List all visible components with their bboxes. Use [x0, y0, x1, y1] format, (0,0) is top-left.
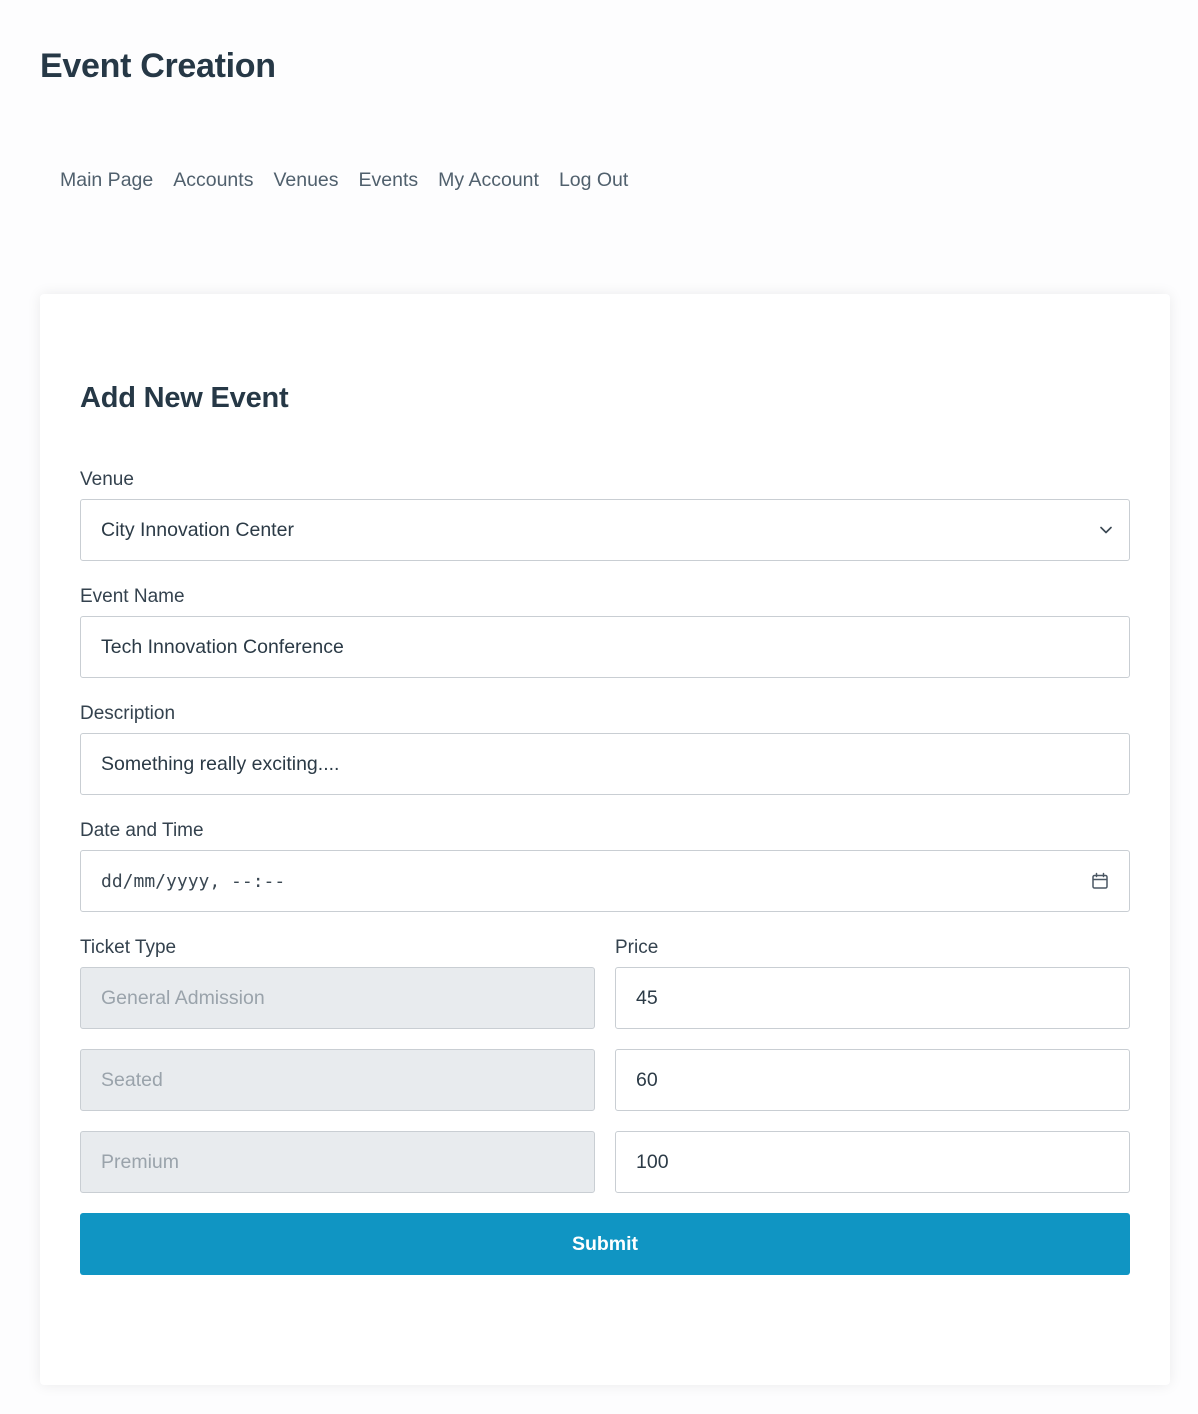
calendar-icon[interactable] [1091, 872, 1109, 890]
nav-link-accounts[interactable]: Accounts [173, 166, 253, 194]
event-name-input[interactable]: Tech Innovation Conference [80, 616, 1130, 678]
venue-select[interactable]: City Innovation Center [80, 499, 1130, 561]
ticket-type-general-admission: General Admission [80, 967, 595, 1029]
form-title: Add New Event [80, 382, 289, 414]
datetime-placeholder: dd/mm/yyyy, --:-- [101, 870, 286, 892]
nav-link-main-page[interactable]: Main Page [60, 166, 153, 194]
price-input-value: 60 [636, 1068, 658, 1091]
ticket-type-seated: Seated [80, 1049, 595, 1111]
nav-link-venues[interactable]: Venues [273, 166, 338, 194]
price-label: Price [615, 937, 659, 958]
price-input-value: 45 [636, 986, 658, 1009]
price-input-value: 100 [636, 1150, 669, 1173]
ticket-type-value: Premium [101, 1150, 180, 1173]
datetime-input[interactable]: dd/mm/yyyy, --:-- [80, 850, 1130, 912]
ticket-type-premium: Premium [80, 1131, 595, 1193]
event-form-card: Add New Event Venue City Innovation Cent… [40, 294, 1170, 1385]
price-input-general-admission[interactable]: 45 [615, 967, 1130, 1029]
venue-select-value: City Innovation Center [101, 518, 294, 541]
event-name-input-value: Tech Innovation Conference [101, 635, 344, 658]
ticket-type-value: General Admission [101, 986, 265, 1009]
page-title: Event Creation [40, 47, 276, 85]
venue-label: Venue [80, 469, 134, 490]
event-name-label: Event Name [80, 586, 185, 607]
description-label: Description [80, 703, 176, 724]
main-nav: Main Page Accounts Venues Events My Acco… [60, 166, 628, 194]
description-input-value: Something really exciting.... [101, 752, 340, 775]
nav-link-my-account[interactable]: My Account [438, 166, 539, 194]
chevron-down-icon [1100, 525, 1112, 535]
price-input-premium[interactable]: 100 [615, 1131, 1130, 1193]
datetime-label: Date and Time [80, 820, 204, 841]
nav-link-events[interactable]: Events [359, 166, 419, 194]
submit-button[interactable]: Submit [80, 1213, 1130, 1275]
price-input-seated[interactable]: 60 [615, 1049, 1130, 1111]
ticket-type-label: Ticket Type [80, 937, 177, 958]
description-input[interactable]: Something really exciting.... [80, 733, 1130, 795]
ticket-type-value: Seated [101, 1068, 163, 1091]
nav-link-log-out[interactable]: Log Out [559, 166, 628, 194]
